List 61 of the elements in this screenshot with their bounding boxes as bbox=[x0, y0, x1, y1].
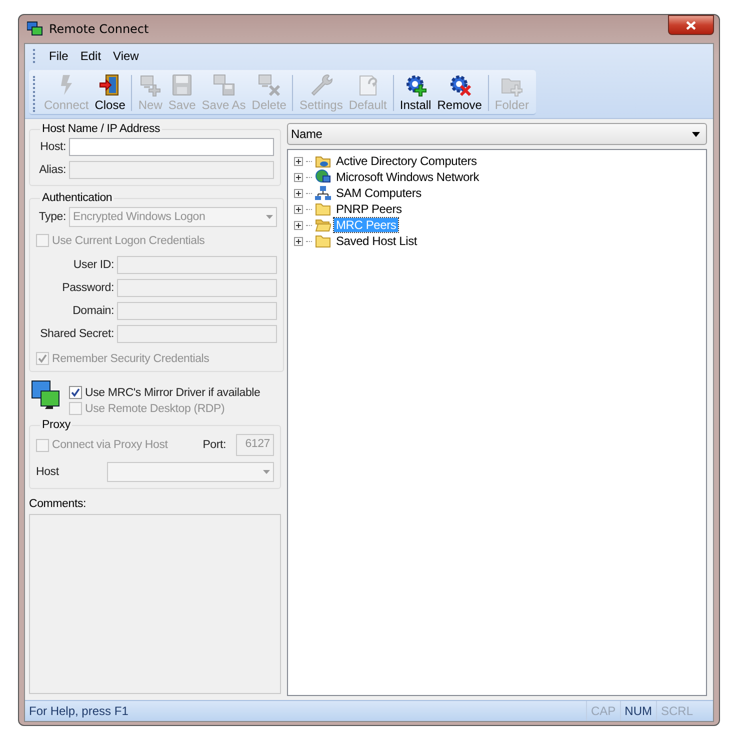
menu-item[interactable]: File bbox=[45, 48, 72, 64]
expander-icon[interactable] bbox=[294, 220, 303, 230]
expander-icon[interactable] bbox=[294, 236, 303, 246]
gear-plus-icon bbox=[404, 73, 428, 97]
globe-computer-icon bbox=[315, 169, 331, 185]
expander-icon[interactable] bbox=[294, 156, 303, 166]
field-label: User ID: bbox=[72, 259, 114, 271]
checkbox-label: Remember Security Credentials bbox=[52, 352, 210, 364]
field-label: Domain: bbox=[72, 305, 114, 317]
toolbar-button[interactable]: Close bbox=[92, 73, 128, 112]
field-label: Host: bbox=[39, 141, 66, 153]
folder-icon bbox=[315, 201, 331, 217]
gear-cross-icon bbox=[448, 73, 472, 97]
expander-icon[interactable] bbox=[294, 188, 303, 198]
menu-item[interactable]: View bbox=[109, 48, 143, 64]
field-label: Host bbox=[36, 466, 60, 478]
tree-item[interactable]: PNRP Peers bbox=[334, 202, 404, 216]
field-label: Type: bbox=[38, 211, 66, 223]
group-title: Host Name / IP Address bbox=[41, 123, 162, 135]
computer-cross-icon bbox=[257, 73, 282, 97]
tree-item[interactable]: SAM Computers bbox=[334, 186, 424, 200]
toolbar-button[interactable]: Remove bbox=[434, 73, 485, 112]
close-button[interactable] bbox=[668, 15, 714, 35]
window-title: Remote Connect bbox=[49, 22, 149, 36]
key-indicator: CAP bbox=[586, 701, 620, 721]
checkbox-label: Use MRC's Mirror Driver if available bbox=[85, 386, 260, 398]
field-label: Alias: bbox=[38, 164, 66, 176]
checkbox-label: Connect via Proxy Host bbox=[52, 439, 168, 451]
computer-floppy-icon bbox=[212, 73, 236, 97]
column-header[interactable]: Name bbox=[287, 123, 707, 145]
key-indicator: NUM bbox=[620, 701, 656, 721]
field-label: Password: bbox=[61, 282, 114, 294]
computers-icon bbox=[31, 380, 61, 412]
tree-item[interactable]: Microsoft Windows Network bbox=[334, 170, 482, 184]
status-text: For Help, press F1 bbox=[29, 704, 130, 718]
toolbar-button[interactable]: Install bbox=[396, 73, 434, 112]
comments-field[interactable] bbox=[29, 514, 281, 694]
tree-item[interactable]: Saved Host List bbox=[334, 234, 420, 248]
menu-item[interactable]: Edit bbox=[76, 48, 106, 64]
checkbox[interactable] bbox=[69, 386, 82, 399]
field-label: Shared Secret: bbox=[39, 328, 114, 340]
checkbox-label: Use Current Logon Credentials bbox=[52, 234, 205, 246]
key-indicator: SCRL bbox=[656, 701, 697, 721]
comments-label: Comments: bbox=[29, 498, 87, 510]
field-label: Port: bbox=[202, 439, 226, 451]
expander-icon[interactable] bbox=[294, 172, 303, 182]
checkbox-label: Use Remote Desktop (RDP) bbox=[85, 402, 225, 414]
app-icon bbox=[27, 21, 43, 37]
wrench-icon bbox=[309, 73, 334, 97]
network-icon bbox=[315, 185, 331, 201]
tree-item[interactable]: Active Directory Computers bbox=[334, 154, 479, 168]
computer-plus-icon bbox=[138, 73, 162, 97]
group-title: Proxy bbox=[41, 419, 72, 431]
close-icon bbox=[686, 20, 696, 30]
text-field[interactable] bbox=[69, 138, 274, 156]
expander-icon[interactable] bbox=[294, 204, 303, 214]
group-title: Authentication bbox=[41, 192, 114, 204]
dropdown-arrow-icon bbox=[266, 215, 273, 219]
open-folder-icon bbox=[315, 217, 331, 233]
dropdown-arrow-icon bbox=[263, 470, 270, 474]
dropdown-arrow-icon bbox=[692, 132, 700, 136]
